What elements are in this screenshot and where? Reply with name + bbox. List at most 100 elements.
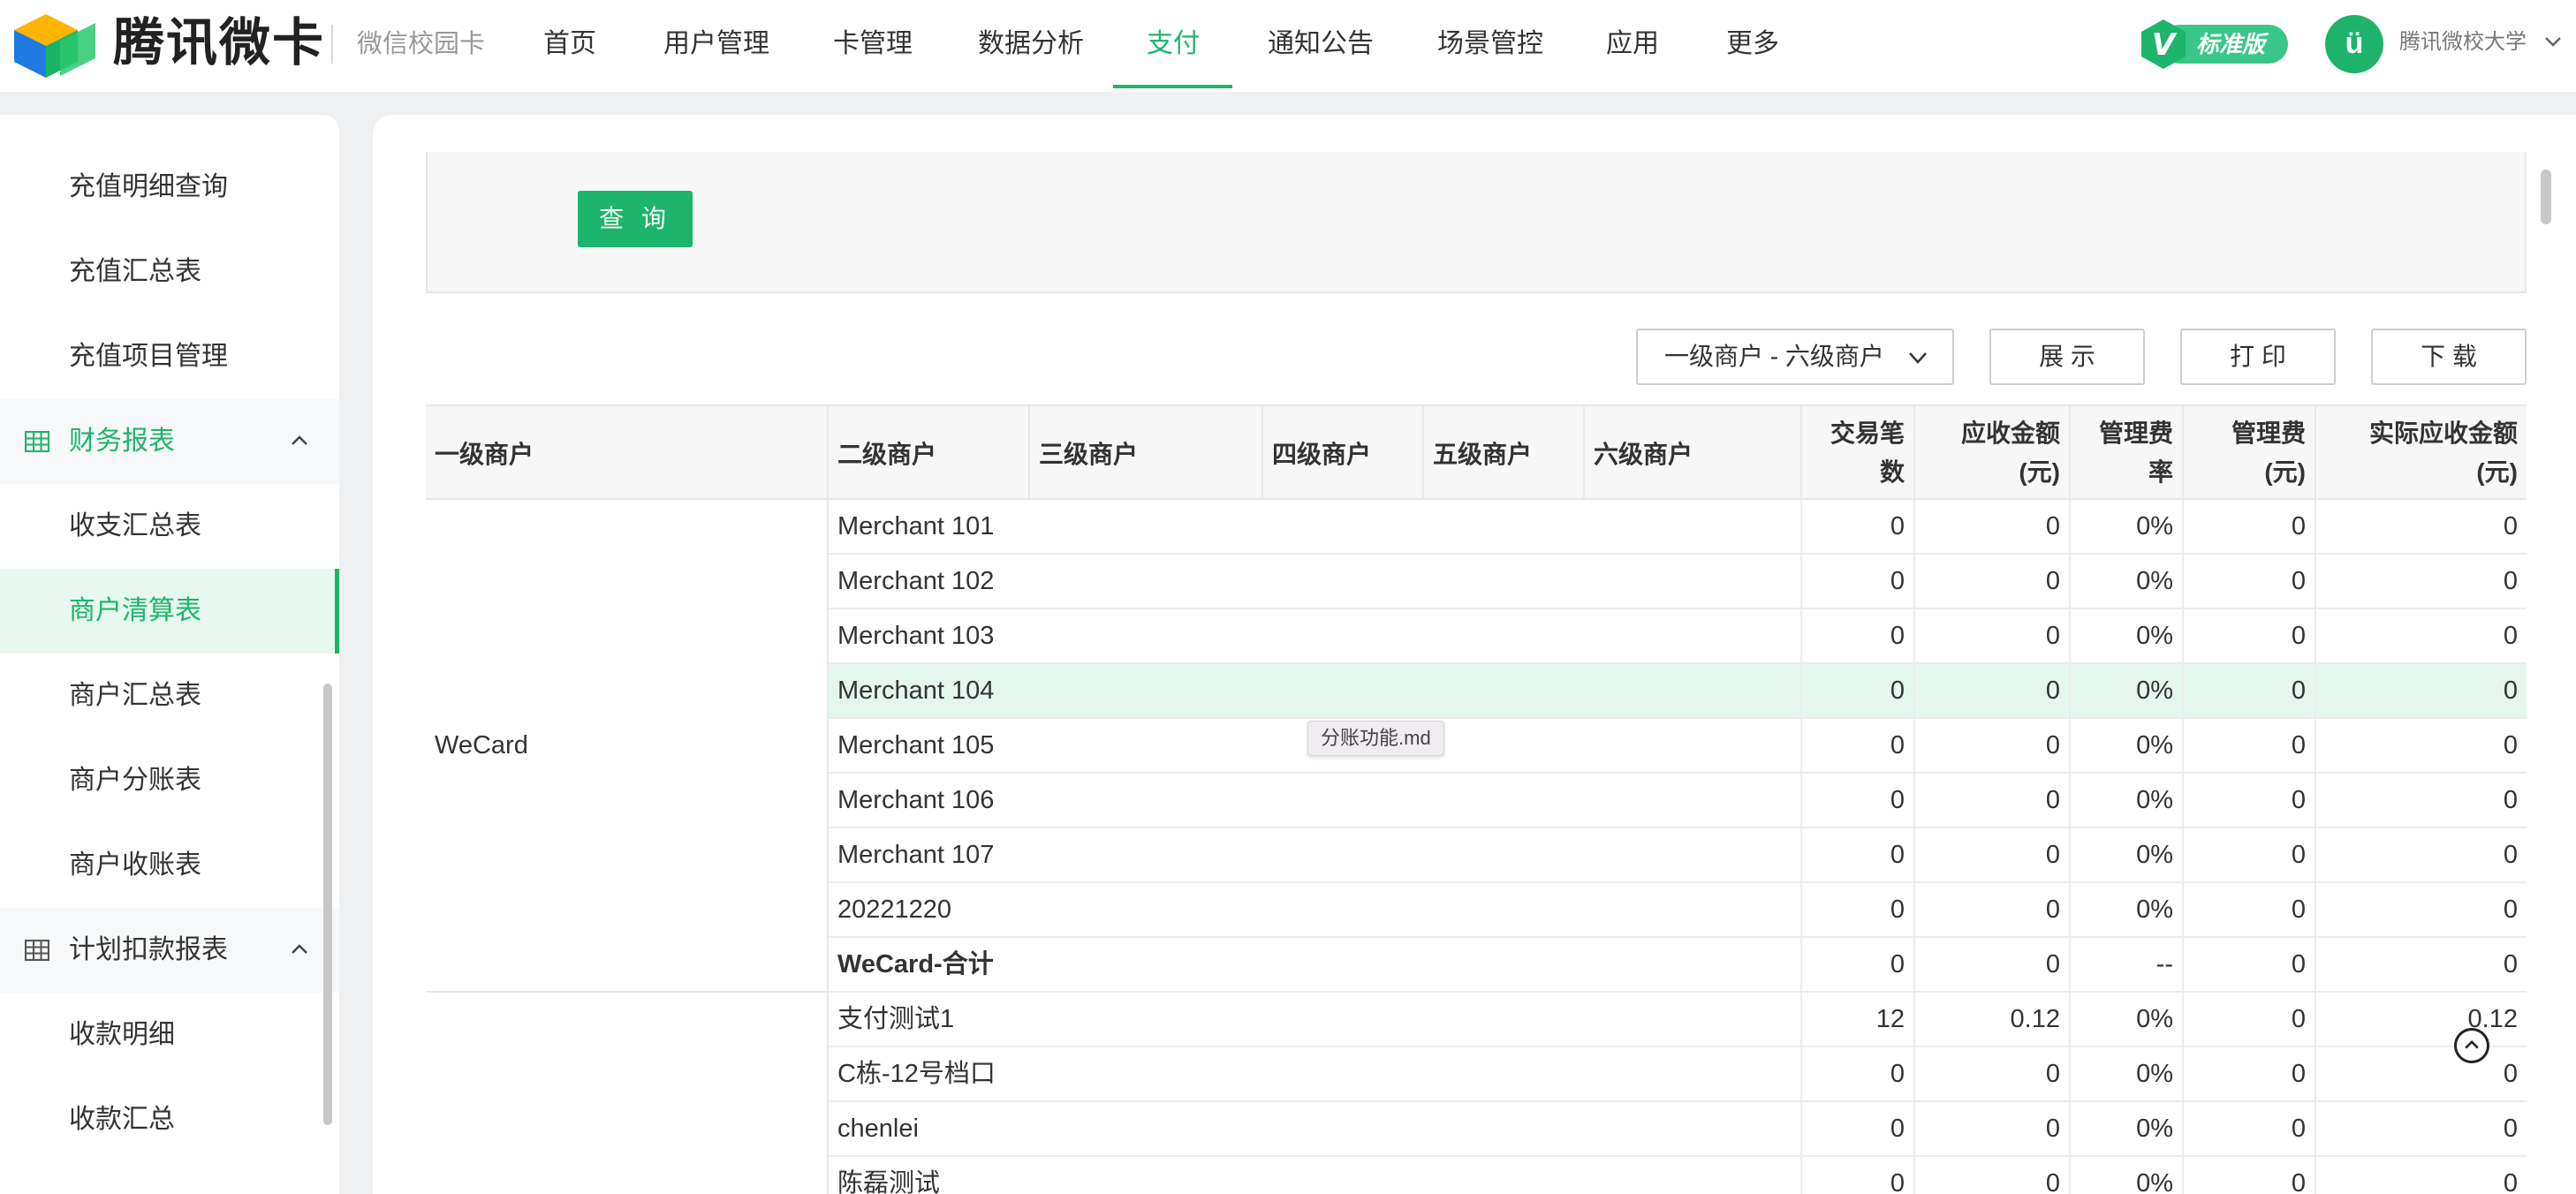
cell-receivable-amount: 0: [1915, 883, 2071, 936]
user-avatar[interactable]: ü: [2325, 15, 2383, 73]
nav-card-management[interactable]: 卡管理: [833, 26, 913, 62]
cell-actual-receivable: 0: [2503, 1115, 2518, 1143]
brand-name: 腾讯微卡: [113, 14, 326, 72]
query-button[interactable]: 查 询: [578, 191, 693, 247]
table-row[interactable]: chenlei 0 0 0% 0 0: [829, 1102, 2527, 1157]
cell-merchant-name: Merchant 107: [829, 828, 1802, 881]
cell-receivable-amount: 0: [1915, 1047, 2071, 1100]
header-level3-merchant: 三级商户: [1030, 406, 1263, 500]
cell-merchant-name: WeCard-合计: [829, 938, 1802, 991]
cell-merchant-name: Merchant 102: [829, 555, 1802, 608]
header-line: (元): [2476, 458, 2518, 486]
cell-fee-rate: 0%: [2071, 719, 2184, 772]
cell-merchant-name: 陈磊测试: [829, 1157, 1802, 1194]
cell-actual-receivable: 0: [2503, 512, 2518, 540]
nav-user-management[interactable]: 用户管理: [663, 26, 769, 62]
header-actual-receivable: 实际应收金额 (元): [2316, 406, 2527, 500]
sidebar-item-recharge-summary[interactable]: 充值汇总表: [0, 230, 339, 314]
cell-transaction-count: 0: [1802, 1047, 1915, 1100]
table-row[interactable]: Merchant 106 0 0 0% 0 0: [829, 774, 2527, 828]
scroll-to-top-icon[interactable]: [2454, 1028, 2489, 1063]
chevron-down-icon: [1909, 352, 1927, 364]
sidebar-item-merchant-summary[interactable]: 商户汇总表: [0, 654, 339, 738]
sidebar-scrollbar[interactable]: [323, 684, 332, 1125]
header-line: 应收金额: [1960, 419, 2060, 447]
header-fee-amount: 管理费 (元): [2184, 406, 2316, 500]
edition-label: 标准版: [2196, 31, 2266, 57]
table-row[interactable]: 陈磊测试 0 0 0% 0 0: [829, 1157, 2527, 1194]
cell-fee-amount: 0: [2184, 664, 2316, 717]
nav-home[interactable]: 首页: [543, 26, 596, 62]
cell-actual-receivable: 0.12: [2467, 1005, 2518, 1033]
cell-transaction-count: 0: [1802, 938, 1915, 991]
nav-payment[interactable]: 支付: [1147, 26, 1200, 62]
cell-fee-amount: 0: [2184, 1102, 2316, 1155]
cell-fee-amount: 0: [2184, 555, 2316, 608]
header-line: 交易笔: [1830, 419, 1905, 447]
cell-fee-rate: 0%: [2071, 883, 2184, 936]
nav-announcements[interactable]: 通知公告: [1268, 26, 1374, 62]
group-cell-wecard: WeCard: [426, 500, 829, 993]
sidebar-item-recharge-project[interactable]: 充值项目管理: [0, 314, 339, 399]
cell-fee-rate: --: [2071, 938, 2184, 991]
table-row[interactable]: 支付测试1 12 0.12 0% 0 0.12: [829, 993, 2527, 1047]
cell-receivable-amount: 0: [1915, 609, 2071, 662]
cell-transaction-count: 0: [1802, 1157, 1915, 1194]
cell-fee-rate: 0%: [2071, 1102, 2184, 1155]
cell-actual-receivable: 0: [2503, 896, 2518, 924]
cell-fee-rate: 0%: [2071, 555, 2184, 608]
table-row[interactable]: 20221220 0 0 0% 0 0: [829, 883, 2527, 938]
sidebar-item-income-expense-summary[interactable]: 收支汇总表: [0, 484, 339, 569]
cell-merchant-name: 支付测试1: [829, 993, 1802, 1046]
sidebar-active-indicator: [335, 569, 339, 654]
edition-badge[interactable]: V 标准版: [2138, 18, 2288, 69]
filter-panel: 查 询: [426, 152, 2527, 293]
cell-transaction-count: 0: [1802, 774, 1915, 827]
table-row[interactable]: Merchant 103 0 0 0% 0 0: [829, 609, 2527, 664]
v-hexagon-icon: V: [2141, 19, 2186, 69]
brand-subtitle: 微信校园卡: [357, 30, 486, 58]
nav-data-analysis[interactable]: 数据分析: [978, 26, 1084, 62]
cell-receivable-amount: 0: [1915, 1102, 2071, 1155]
header-line: 数: [1879, 458, 1905, 486]
main-scrollbar[interactable]: [2541, 170, 2551, 224]
cell-transaction-count: 0: [1802, 1102, 1915, 1155]
merchant-level-select[interactable]: 一级商户 - 六级商户: [1636, 329, 1954, 385]
merchant-level-value: 一级商户 - 六级商户: [1664, 343, 1884, 370]
sidebar-group-plan-deduction[interactable]: 计划扣款报表: [0, 908, 339, 993]
table-row[interactable]: C栋-12号档口 0 0 0% 0 0: [829, 1047, 2527, 1102]
tencent-weika-logo-icon: [14, 14, 95, 78]
cell-receivable-amount: 0.12: [1915, 993, 2071, 1046]
print-button[interactable]: 打 印: [2180, 329, 2336, 385]
nav-scene-control[interactable]: 场景管控: [1437, 26, 1543, 62]
cell-fee-rate: 0%: [2071, 1047, 2184, 1100]
nav-apps[interactable]: 应用: [1606, 26, 1659, 62]
cell-actual-receivable: 0: [2503, 567, 2518, 595]
sidebar-item-recharge-detail[interactable]: 充值明细查询: [0, 145, 339, 230]
cell-receivable-amount: 0: [1915, 719, 2071, 772]
table-row[interactable]: Merchant 105 0 0 0% 0 0: [829, 719, 2527, 774]
top-navigation-bar: 腾讯微卡 微信校园卡 首页 用户管理 卡管理 数据分析 支付 通知公告 场景管控…: [0, 0, 2576, 92]
sidebar-item-merchant-receipt[interactable]: 商户收账表: [0, 823, 339, 908]
show-button[interactable]: 展 示: [1989, 329, 2145, 385]
user-name[interactable]: 腾讯微校大学: [2399, 28, 2527, 57]
cell-fee-amount: 0: [2184, 719, 2316, 772]
sidebar-item-collection-detail[interactable]: 收款明细: [0, 993, 339, 1077]
nav-more[interactable]: 更多: [1726, 26, 1779, 62]
table-row[interactable]: WeCard-合计 0 0 -- 0 0: [829, 938, 2527, 993]
sidebar-item-collection-summary[interactable]: 收款汇总: [0, 1077, 339, 1162]
table-row[interactable]: Merchant 107 0 0 0% 0 0: [829, 828, 2527, 883]
chevron-down-icon[interactable]: [2544, 35, 2562, 48]
sidebar-item-merchant-settlement[interactable]: 商户清算表: [0, 569, 339, 654]
cell-actual-receivable: 0: [2503, 676, 2518, 705]
table-row[interactable]: Merchant 104 0 0 0% 0 0: [829, 664, 2527, 719]
cell-fee-amount: 0: [2184, 938, 2316, 991]
download-button[interactable]: 下 载: [2371, 329, 2527, 385]
sidebar-item-merchant-split[interactable]: 商户分账表: [0, 738, 339, 823]
table-row[interactable]: Merchant 101 0 0 0% 0 0: [829, 500, 2527, 555]
table-row[interactable]: Merchant 102 0 0 0% 0 0: [829, 555, 2527, 609]
header-level2-merchant: 二级商户: [829, 406, 1030, 500]
merchant-settlement-table: 一级商户 二级商户 三级商户 四级商户 五级商户 六级商户 交易笔 数 应收金额…: [426, 404, 2527, 1194]
header-line: 管理费: [2231, 419, 2306, 447]
sidebar-group-finance-reports[interactable]: 财务报表: [0, 399, 339, 484]
